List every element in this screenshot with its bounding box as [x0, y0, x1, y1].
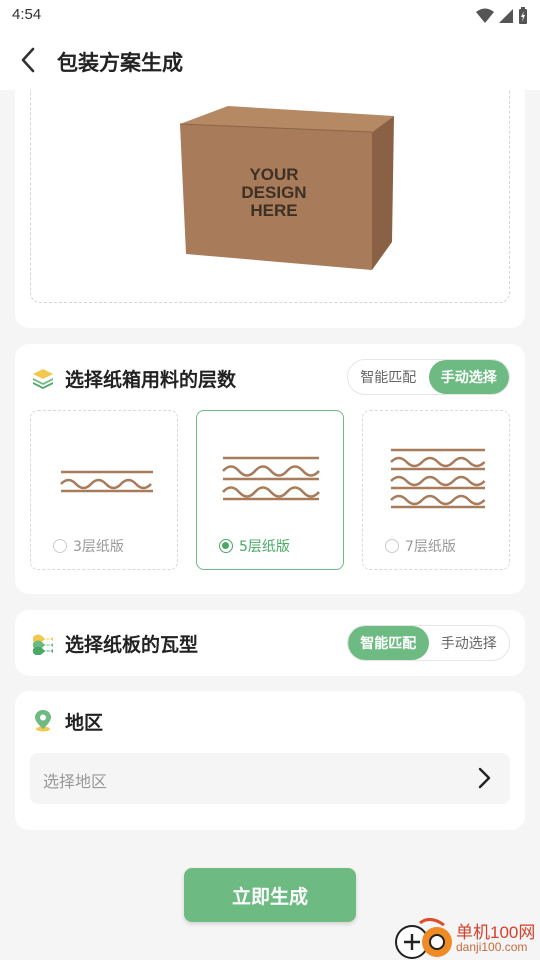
region-selector[interactable]: 选择地区	[30, 753, 510, 804]
page-title: 包装方案生成	[57, 51, 183, 75]
5-layer-board-icon	[222, 456, 320, 501]
layers-toggle-manual[interactable]: 手动选择	[428, 360, 509, 394]
back-button[interactable]	[12, 44, 44, 76]
watermark-site: danji100.com	[456, 940, 528, 954]
radio-3-layer	[53, 539, 67, 553]
layer-option-7[interactable]: 7层纸版	[362, 410, 510, 570]
battery-icon	[519, 7, 527, 24]
layers-card: 选择纸箱用料的层数 智能匹配 手动选择 3层纸版 5层纸版 7层纸版	[15, 344, 525, 594]
7-layer-board-icon	[390, 448, 486, 509]
3-layer-board-icon	[60, 470, 153, 493]
status-time: 4:54	[12, 6, 42, 23]
image-frame[interactable]: YOUR DESIGN HERE	[30, 90, 510, 303]
layer-option-5-label: 5层纸版	[219, 536, 290, 556]
layers-icon	[33, 369, 53, 389]
flute-toggle-manual[interactable]: 手动选择	[429, 626, 510, 660]
radio-7-layer	[385, 539, 399, 553]
flute-card: 选择纸板的瓦型 智能匹配 手动选择	[15, 610, 525, 676]
generate-button[interactable]: 立即生成	[184, 868, 356, 922]
layers-mode-toggle: 智能匹配 手动选择	[347, 359, 510, 395]
layer-option-5[interactable]: 5层纸版	[196, 410, 344, 570]
region-section-title: 地区	[65, 712, 104, 734]
carton-box-image: YOUR DESIGN HERE	[179, 106, 394, 270]
layer-option-7-label: 7层纸版	[385, 536, 456, 556]
layers-section-title: 选择纸箱用料的层数	[65, 369, 237, 391]
flute-section-title: 选择纸板的瓦型	[65, 634, 199, 656]
box-text-line-2: DESIGN	[241, 183, 306, 202]
flute-toggle-smart[interactable]: 智能匹配	[348, 626, 429, 660]
status-bar: 4:54	[0, 0, 540, 32]
layer-option-3-label: 3层纸版	[53, 536, 124, 556]
watermark: 单机100网 danji100.com	[392, 915, 540, 960]
flute-wave-icon	[33, 634, 53, 655]
layer-options: 3层纸版 5层纸版 7层纸版	[30, 410, 510, 570]
layer-option-5-text: 5层纸版	[239, 539, 290, 555]
app-bar: 包装方案生成	[0, 32, 540, 90]
layer-option-7-text: 7层纸版	[405, 539, 456, 555]
preview-card: YOUR DESIGN HERE	[15, 90, 525, 328]
status-icons	[476, 6, 528, 26]
box-text-line-1: YOUR	[249, 165, 298, 184]
flute-mode-toggle: 智能匹配 手动选择	[347, 625, 510, 661]
region-placeholder: 选择地区	[43, 772, 108, 791]
location-pin-icon	[35, 710, 51, 732]
radio-5-layer	[219, 539, 233, 553]
back-arrow-icon	[21, 47, 35, 73]
region-card: 地区 选择地区	[15, 691, 525, 830]
box-text-line-3: HERE	[250, 201, 297, 220]
layers-toggle-smart[interactable]: 智能匹配	[348, 360, 429, 394]
wifi-icon	[476, 8, 494, 23]
layer-option-3[interactable]: 3层纸版	[30, 410, 178, 570]
chevron-right-icon	[478, 767, 491, 789]
signal-icon	[499, 9, 513, 23]
watermark-logo-icon	[395, 918, 452, 959]
layer-option-3-text: 3层纸版	[73, 539, 124, 555]
